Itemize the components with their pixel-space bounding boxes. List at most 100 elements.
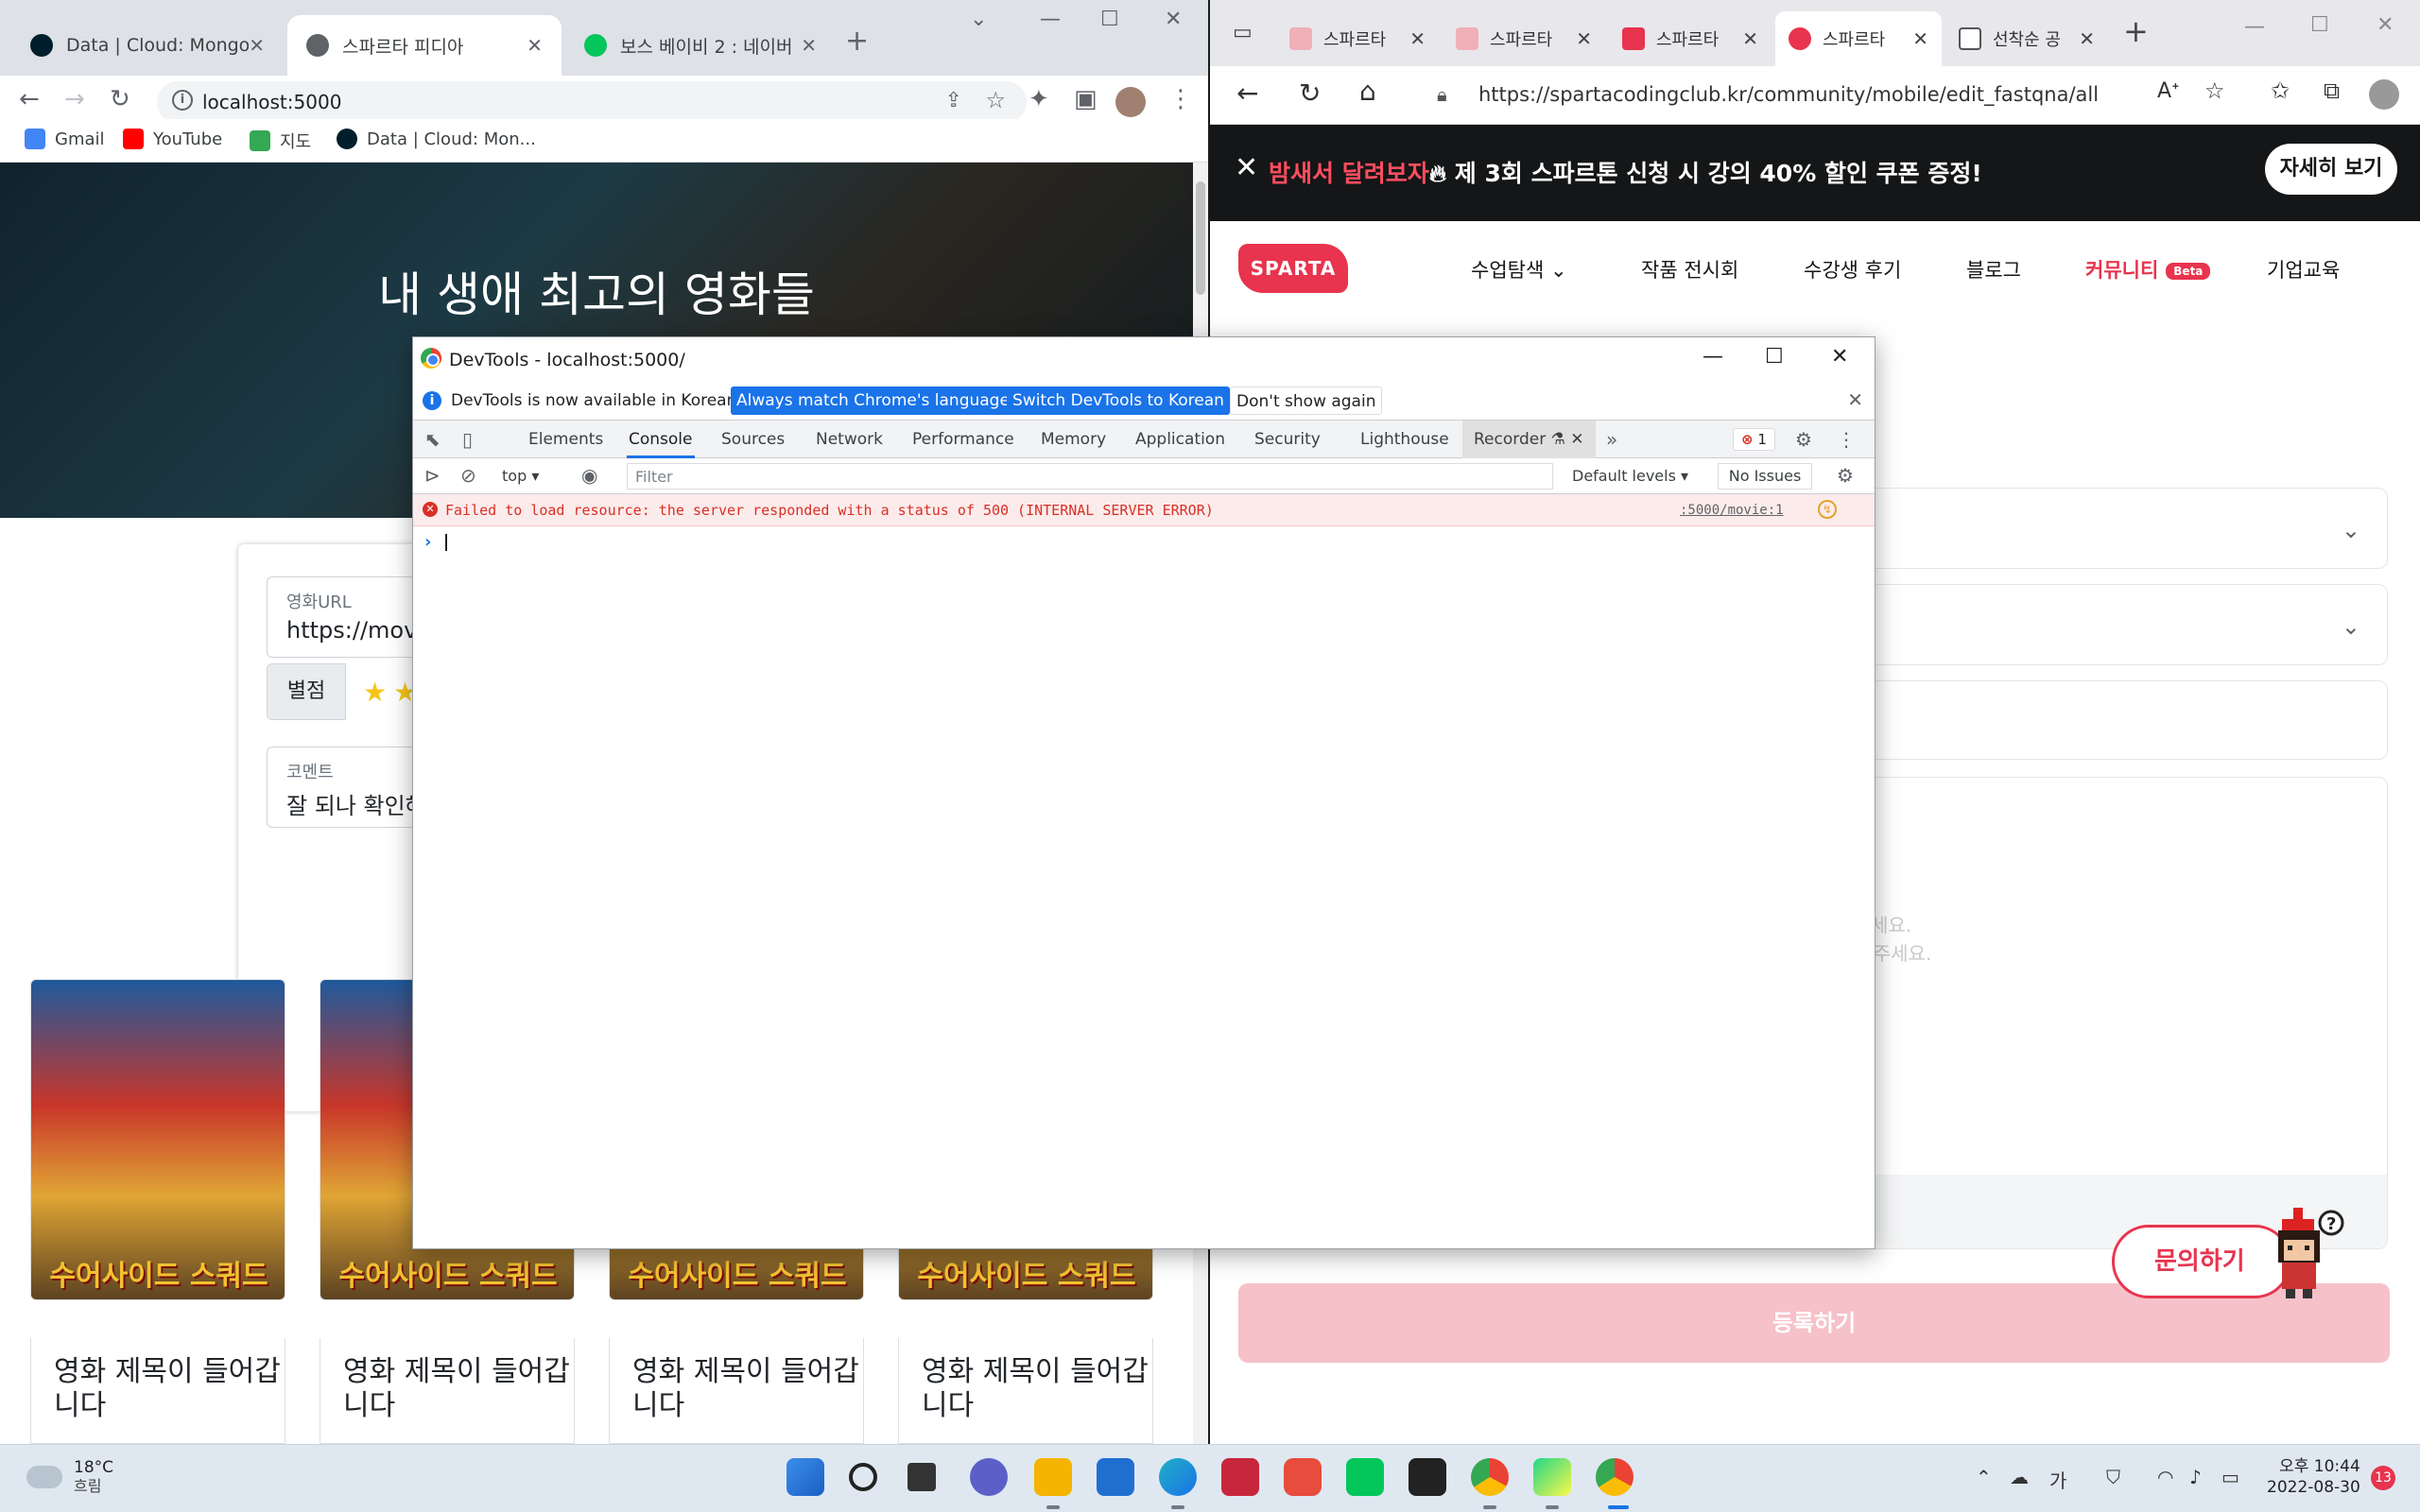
reload-icon[interactable]: ↻ (110, 85, 130, 113)
new-tab-button[interactable]: + (2123, 13, 2149, 49)
search-icon[interactable] (849, 1463, 877, 1491)
maximize-button[interactable]: ☐ (1100, 8, 1119, 31)
tab-lighthouse[interactable]: Lighthouse (1358, 421, 1451, 458)
issues-button[interactable]: No Issues (1718, 463, 1812, 490)
promo-detail-button[interactable]: 자세히 보기 (2265, 144, 2397, 195)
close-window-button[interactable]: ✕ (1831, 345, 1848, 369)
bookmark-mongodb[interactable]: Data | Cloud: Mon... (337, 129, 536, 149)
close-icon[interactable]: ✕ (249, 34, 265, 57)
favorites-icon[interactable]: ✩ (2271, 77, 2290, 104)
close-icon[interactable]: ✕ (1912, 27, 1928, 50)
extensions-icon[interactable]: ✦ (1028, 85, 1049, 113)
naver-icon[interactable] (1346, 1458, 1384, 1496)
console-settings-icon[interactable]: ⚙ (1837, 464, 1854, 487)
chevron-down-icon[interactable]: ⌄ (970, 8, 987, 31)
tab-sparta-community[interactable]: 스파르타 ✕ (1775, 11, 1942, 66)
close-icon[interactable]: ✕ (1742, 27, 1758, 50)
close-window-button[interactable]: ✕ (2377, 13, 2394, 37)
tab-mongodb[interactable]: Data | Cloud: MongoDB ✕ (11, 15, 284, 76)
tab-sparta-2[interactable]: 스파르타 ✕ (1443, 11, 1605, 66)
info-icon[interactable]: i (172, 90, 193, 111)
edge-icon[interactable] (1159, 1458, 1197, 1496)
close-icon[interactable]: ✕ (801, 34, 817, 57)
read-aloud-icon[interactable]: Aᐩ (2157, 79, 2180, 103)
scrollbar-thumb[interactable] (1196, 181, 1205, 295)
menu-icon[interactable]: ⋮ (1168, 85, 1193, 113)
switch-to-korean-button[interactable]: Switch DevTools to Korean (1007, 387, 1230, 415)
minimize-button[interactable]: — (1040, 8, 1061, 31)
close-icon[interactable]: ✕ (1847, 388, 1863, 411)
new-tab-button[interactable]: + (845, 25, 869, 58)
chrome-icon[interactable] (1471, 1458, 1509, 1496)
teams-chat-icon[interactable] (970, 1458, 1008, 1496)
forward-icon[interactable]: → (64, 85, 85, 113)
console-filter-input[interactable]: Filter (627, 463, 1553, 490)
minimize-button[interactable]: — (1703, 345, 1723, 369)
tab-recorder[interactable]: Recorder ⚗ ✕ (1462, 421, 1596, 458)
chevron-up-icon[interactable]: ⌃ (1976, 1466, 1992, 1488)
weather-widget[interactable]: 18°C 흐림 (26, 1458, 113, 1496)
tab-security[interactable]: Security (1253, 421, 1322, 458)
task-view-icon[interactable] (908, 1463, 936, 1491)
more-tabs-icon[interactable]: » (1606, 428, 1617, 451)
app-icon[interactable] (1221, 1458, 1259, 1496)
eye-icon[interactable]: ◉ (581, 464, 597, 487)
ime-indicator[interactable]: 가 (2049, 1466, 2066, 1493)
close-icon[interactable]: ✕ (1576, 27, 1592, 50)
share-icon[interactable]: ⇪ (945, 89, 962, 112)
tab-actions-icon[interactable]: ▭ (1233, 21, 1253, 44)
network-request-icon[interactable]: ↯ (1818, 500, 1837, 519)
weather-tray-icon[interactable]: ☁ (2010, 1466, 2029, 1488)
close-window-button[interactable]: ✕ (1165, 8, 1182, 31)
bookmark-youtube[interactable]: YouTube (123, 129, 222, 149)
back-icon[interactable]: ← (19, 85, 40, 113)
profile-avatar[interactable] (2369, 79, 2399, 110)
nav-enterprise[interactable]: 기업교육 (2267, 255, 2340, 284)
tab-sources[interactable]: Sources (719, 421, 786, 458)
bookmark-gmail[interactable]: Gmail (25, 129, 105, 149)
pycharm-icon[interactable] (1533, 1458, 1571, 1496)
sync-icon[interactable] (1284, 1458, 1322, 1496)
console-prompt[interactable]: › (413, 526, 1875, 558)
close-icon[interactable]: ✕ (527, 34, 543, 57)
tab-sparta-1[interactable]: 스파르타 ✕ (1276, 11, 1439, 66)
maximize-button[interactable]: ☐ (1765, 345, 1784, 369)
context-select[interactable]: top ▾ (502, 467, 539, 485)
nav-reviews[interactable]: 수강생 후기 (1804, 255, 1901, 284)
nav-showcase[interactable]: 작품 전시회 (1641, 255, 1738, 284)
tab-elements[interactable]: Elements (527, 421, 605, 458)
tab-console[interactable]: Console (627, 421, 695, 458)
system-clock[interactable]: 오후 10:44 2022-08-30 (2267, 1456, 2360, 1498)
sparta-logo[interactable]: SPARTA (1238, 244, 1348, 293)
bookmark-maps[interactable]: 지도 (250, 129, 311, 153)
close-icon[interactable]: ✕ (2079, 27, 2095, 50)
wifi-icon[interactable]: ◠ (2157, 1466, 2173, 1488)
maximize-button[interactable]: ☐ (2310, 13, 2329, 37)
battery-icon[interactable]: ▭ (2221, 1466, 2239, 1488)
reload-icon[interactable]: ↻ (1299, 77, 1321, 109)
avatar[interactable] (1115, 87, 1146, 117)
home-icon[interactable]: ⌂ (1359, 76, 1376, 107)
back-icon[interactable]: ← (1236, 77, 1258, 109)
collections-icon[interactable]: ⧉ (2324, 77, 2340, 104)
sidepanel-icon[interactable]: ▣ (1074, 85, 1098, 113)
kebab-menu-icon[interactable]: ⋮ (1837, 428, 1856, 451)
add-favorite-icon[interactable]: ☆ (2204, 77, 2225, 104)
tab-memory[interactable]: Memory (1039, 421, 1108, 458)
notification-badge[interactable]: 13 (2371, 1466, 2395, 1490)
error-count-badge[interactable]: ⊗ 1 (1733, 428, 1775, 451)
address-bar[interactable]: 🔒︎ https://spartacodingclub.kr/community… (1414, 72, 2142, 119)
chrome-icon[interactable] (1596, 1458, 1634, 1496)
start-menu-icon[interactable] (786, 1458, 824, 1496)
sidebar-toggle-icon[interactable]: ⊳ (424, 464, 441, 487)
volume-icon[interactable]: ♪ (2189, 1466, 2202, 1488)
dont-show-again-button[interactable]: Don't show again (1230, 387, 1383, 415)
close-icon[interactable]: ✕ (1570, 430, 1583, 449)
star-icon[interactable]: ☆ (985, 87, 1006, 113)
device-toolbar-icon[interactable]: ▯ (462, 428, 473, 451)
file-explorer-icon[interactable] (1034, 1458, 1072, 1496)
tab-boss-baby[interactable]: 보스 베이비 2 : 네이버 ✕ (565, 15, 836, 76)
always-match-language-button[interactable]: Always match Chrome's language (731, 387, 1015, 415)
error-source-link[interactable]: :5000/movie:1 (1680, 503, 1784, 518)
close-icon[interactable]: ✕ (1409, 27, 1426, 50)
